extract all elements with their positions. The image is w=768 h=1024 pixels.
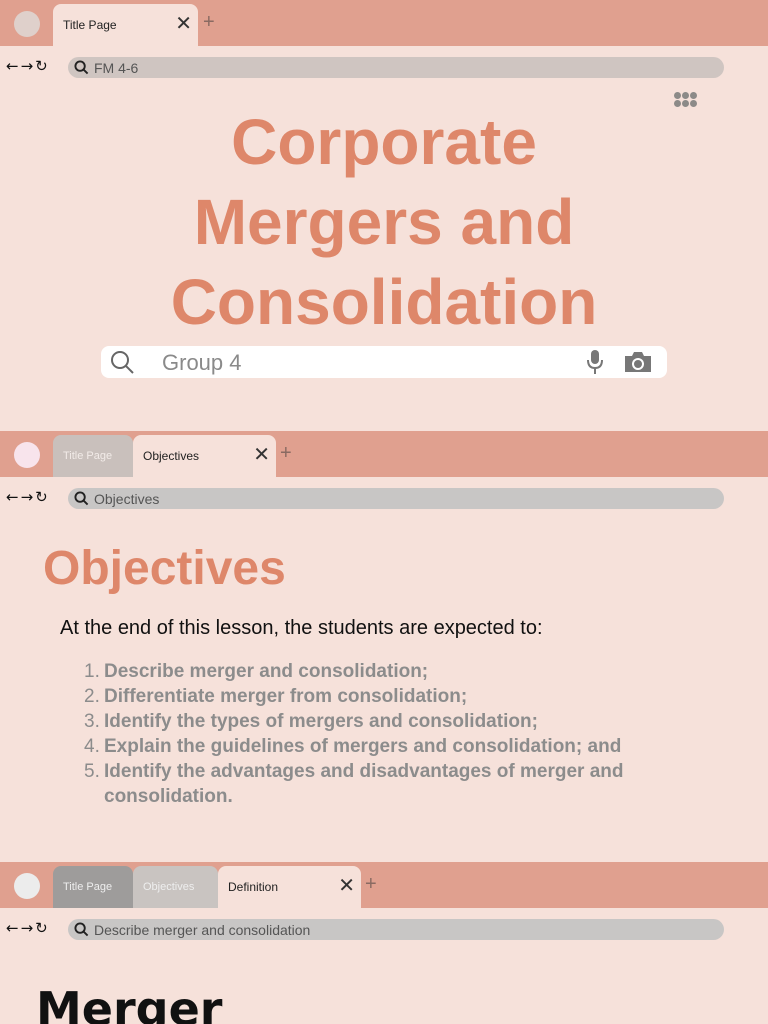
item-number: 3.	[84, 711, 100, 732]
arrow-right-icon[interactable]: →	[21, 919, 36, 937]
window-dot	[14, 873, 40, 899]
search-icon	[111, 351, 134, 374]
address-text: FM 4-6	[94, 60, 139, 76]
microphone-icon[interactable]	[586, 349, 604, 375]
reload-icon[interactable]: ↻	[35, 57, 50, 75]
tab-objectives[interactable]: Objectives ✕	[133, 435, 276, 477]
tab-title-page[interactable]: Title Page	[53, 866, 133, 908]
reload-icon[interactable]: ↻	[35, 919, 50, 937]
arrow-left-icon[interactable]: ←	[6, 57, 21, 75]
address-bar[interactable]: FM 4-6	[68, 57, 724, 78]
arrow-left-icon[interactable]: ←	[6, 919, 21, 937]
search-icon	[74, 60, 89, 75]
search-input-text[interactable]: Group 4	[162, 350, 242, 376]
item-text: Describe merger and consolidation;	[104, 661, 429, 682]
list-item: 2. Differentiate merger from consolidatio…	[84, 684, 704, 709]
title-line: Corporate	[231, 106, 537, 178]
tab-label: Objectives	[143, 881, 195, 893]
item-number: 4.	[84, 736, 100, 757]
search-icon	[74, 491, 89, 506]
slide-definition: Title Page Objectives Definition ✕ + ←→↻…	[0, 862, 768, 1024]
address-text: Objectives	[94, 491, 160, 507]
address-text: Describe merger and consolidation	[94, 922, 311, 938]
item-text: Identify the types of mergers and consol…	[104, 711, 538, 732]
window-dot	[14, 11, 40, 37]
intro-text: At the end of this lesson, the students …	[60, 617, 543, 639]
list-item: 5. Identify the advantages and disadvanta…	[84, 759, 704, 809]
list-item: 4. Explain the guidelines of mergers and …	[84, 734, 704, 759]
tab-definition[interactable]: Definition ✕	[218, 866, 361, 908]
tab-title-page[interactable]: Title Page	[53, 435, 133, 477]
close-icon[interactable]: ✕	[338, 876, 355, 896]
address-bar[interactable]: Describe merger and consolidation	[68, 919, 724, 940]
nav-row: ←→↻ Describe merger and consolidation	[0, 918, 768, 940]
item-text: Differentiate merger from consolidation;	[104, 686, 468, 707]
plus-icon[interactable]: +	[203, 12, 215, 32]
tab-objectives[interactable]: Objectives	[133, 866, 218, 908]
search-box[interactable]: Group 4	[101, 346, 667, 378]
item-text: Identify the advantages and disadvantage…	[104, 761, 624, 807]
tab-label: Title Page	[63, 450, 113, 462]
section-heading: Objectives	[43, 542, 286, 595]
nav-row: ←→↻ FM 4-6	[0, 56, 768, 78]
item-number: 2.	[84, 686, 100, 707]
close-icon[interactable]: ✕	[253, 445, 270, 465]
page-title: Corporate Mergers and Consolidation	[0, 102, 768, 342]
nav-icons: ←→↻	[6, 919, 50, 937]
tab-label: Title Page	[63, 18, 117, 32]
tab-bar: Title Page Objectives ✕ +	[0, 431, 768, 477]
search-icon	[74, 922, 89, 937]
arrow-left-icon[interactable]: ←	[6, 488, 21, 506]
tab-label: Definition	[228, 880, 279, 894]
plus-icon[interactable]: +	[365, 874, 377, 894]
window-dot	[14, 442, 40, 468]
item-number: 5.	[84, 761, 100, 782]
list-item: 1. Describe merger and consolidation;	[84, 659, 704, 684]
arrow-right-icon[interactable]: →	[21, 488, 36, 506]
tab-label: Objectives	[143, 449, 200, 463]
objectives-list: 1. Describe merger and consolidation; 2. D…	[84, 659, 704, 809]
camera-icon[interactable]	[623, 350, 653, 374]
nav-row: ←→↻ Objectives	[0, 487, 768, 509]
address-bar[interactable]: Objectives	[68, 488, 724, 509]
reload-icon[interactable]: ↻	[35, 488, 50, 506]
title-line: Consolidation	[170, 266, 598, 338]
section-heading: Merger	[36, 982, 223, 1024]
title-line: Mergers and	[193, 186, 575, 258]
close-icon[interactable]: ✕	[175, 14, 192, 34]
slide-title-page: Title Page ✕ + ←→↻ FM 4-6 Corporate Merg…	[0, 0, 768, 432]
tab-bar: Title Page ✕ +	[0, 0, 768, 46]
plus-icon[interactable]: +	[280, 443, 292, 463]
tab-title-page[interactable]: Title Page ✕	[53, 4, 198, 46]
slide-objectives: Title Page Objectives ✕ + ←→↻ Objectives…	[0, 431, 768, 863]
nav-icons: ←→↻	[6, 57, 50, 75]
tab-label: Title Page	[63, 881, 113, 893]
nav-icons: ←→↻	[6, 488, 50, 506]
item-number: 1.	[84, 661, 100, 682]
item-text: Explain the guidelines of mergers and co…	[104, 736, 622, 757]
list-item: 3. Identify the types of mergers and cons…	[84, 709, 704, 734]
arrow-right-icon[interactable]: →	[21, 57, 36, 75]
tab-bar: Title Page Objectives Definition ✕ +	[0, 862, 768, 908]
